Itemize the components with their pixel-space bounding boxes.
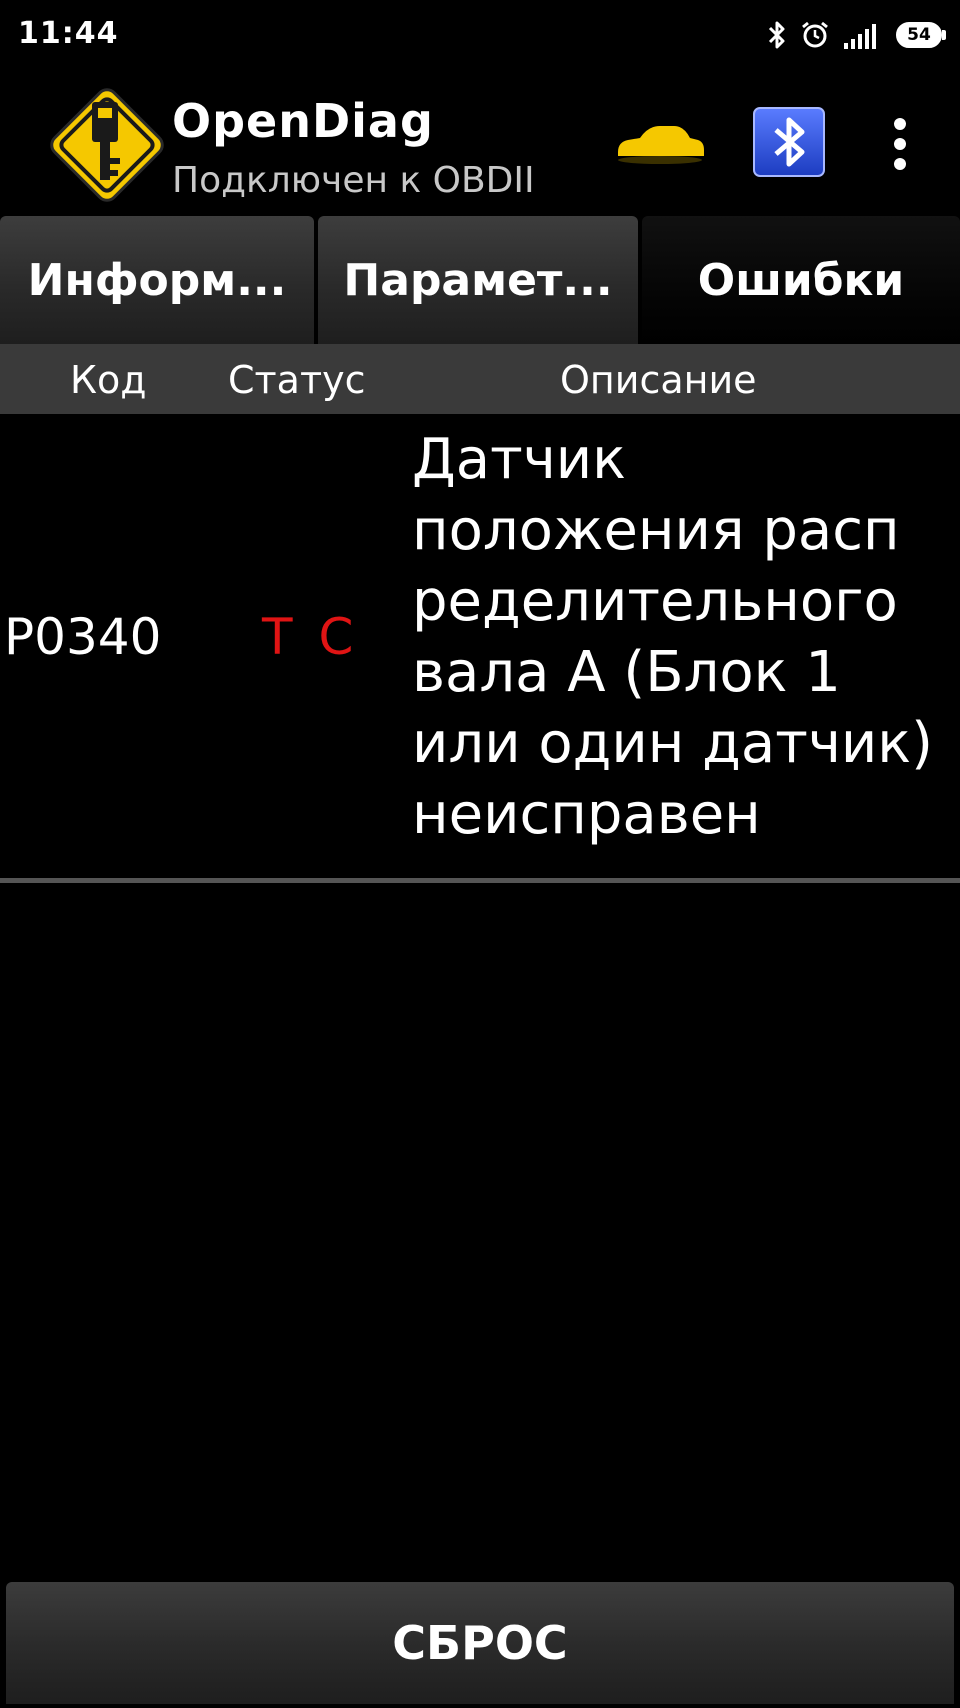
- error-code: P0340: [4, 608, 162, 666]
- battery-level: 54: [896, 22, 942, 48]
- bluetooth-status-icon: [768, 20, 786, 50]
- app-title: OpenDiag: [172, 94, 434, 148]
- reset-button[interactable]: СБРОС: [6, 1582, 954, 1704]
- car-icon[interactable]: [614, 114, 706, 170]
- status-time: 11:44: [18, 16, 119, 51]
- tab-parameters-label: Парамет...: [343, 254, 613, 306]
- row-divider: [0, 878, 960, 883]
- alarm-icon: [800, 20, 830, 50]
- app-logo-icon: [40, 78, 174, 212]
- status-bar: 11:44 54: [0, 0, 960, 72]
- status-icons: 54: [754, 18, 946, 52]
- app-bar: OpenDiag Подключен к OBDII: [0, 72, 960, 214]
- error-status: T C: [262, 608, 379, 666]
- column-header-code: Код: [70, 358, 147, 402]
- tab-errors-label: Ошибки: [697, 254, 905, 306]
- tab-bar: Информ... Парамет... Ошибки: [0, 216, 960, 344]
- connection-status: Подключен к OBDII: [172, 160, 535, 201]
- reset-button-label: СБРОС: [392, 1616, 568, 1670]
- error-description: Датчик положения расп ределительного вал…: [412, 427, 933, 847]
- tab-errors[interactable]: Ошибки: [642, 216, 960, 344]
- status-flag: T: [262, 608, 293, 666]
- status-flag: C: [318, 608, 354, 666]
- battery-icon: 54: [896, 22, 946, 48]
- bluetooth-icon[interactable]: [752, 106, 826, 178]
- column-header-status: Статус: [228, 358, 366, 402]
- tab-info[interactable]: Информ...: [0, 216, 314, 344]
- overflow-menu-icon[interactable]: [878, 110, 922, 178]
- tab-parameters[interactable]: Парамет...: [318, 216, 638, 344]
- column-header-description: Описание: [560, 358, 757, 402]
- table-row[interactable]: P0340 T C Датчик положения расп ределите…: [0, 414, 960, 878]
- table-header: Код Статус Описание: [0, 344, 960, 414]
- tab-info-label: Информ...: [27, 254, 287, 306]
- signal-icon: [844, 21, 882, 49]
